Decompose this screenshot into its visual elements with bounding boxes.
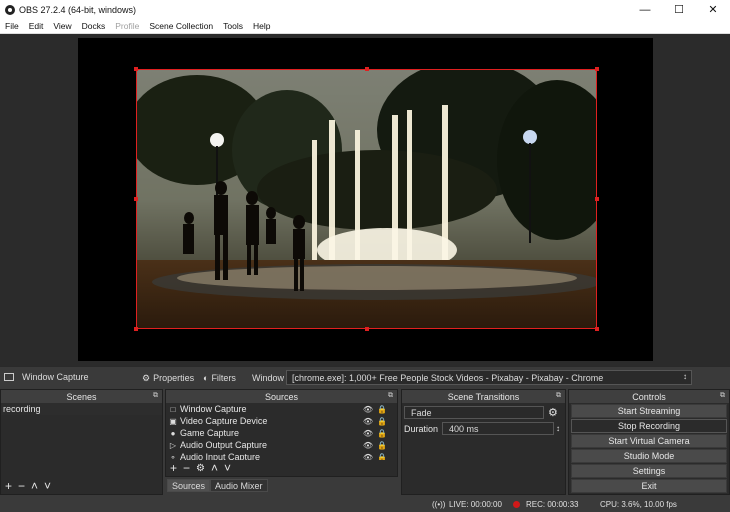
source-item[interactable]: □ Window Capture 👁 🔒	[166, 403, 397, 415]
remove-source-icon[interactable]: −	[183, 461, 190, 475]
tab-sources[interactable]: Sources	[167, 479, 211, 492]
start-virtual-camera-button[interactable]: Start Virtual Camera	[571, 434, 727, 448]
captured-video-frame[interactable]	[136, 69, 597, 329]
filter-icon: ◐	[203, 373, 209, 383]
visibility-eye-icon[interactable]: 👁	[363, 417, 373, 426]
menu-help[interactable]: Help	[248, 21, 275, 31]
duration-label: Duration	[404, 423, 439, 434]
float-dock-icon[interactable]: ⧉	[153, 392, 158, 400]
window-title: OBS 27.2.4 (64-bit, windows)	[19, 4, 137, 15]
lock-icon[interactable]: 🔒	[377, 405, 387, 414]
window-label: Window	[252, 373, 285, 383]
sources-tabbar: Sources Audio Mixer	[167, 479, 268, 492]
move-down-icon[interactable]: ˅	[224, 461, 231, 475]
window-icon: □	[170, 404, 176, 414]
menu-bar: File Edit View Docks Profile Scene Colle…	[0, 19, 730, 34]
chevron-updown-icon: ↕	[683, 372, 687, 381]
remove-scene-icon[interactable]: −	[18, 479, 25, 493]
live-broadcast-icon: ((•))	[432, 500, 446, 509]
camera-icon: ▣	[169, 416, 177, 426]
window-select[interactable]: [chrome.exe]: 1,000+ Free People Stock V…	[286, 370, 692, 385]
tab-audio-mixer[interactable]: Audio Mixer	[210, 479, 268, 492]
sources-title: Sources	[264, 391, 299, 402]
controls-dock: Controls ⧉ Start Streaming Stop Recordin…	[568, 389, 730, 495]
monitor-icon	[4, 373, 14, 381]
cpu-status: CPU: 3.6%, 10.00 fps	[600, 500, 677, 509]
menu-tools[interactable]: Tools	[218, 21, 248, 31]
sources-dock: Sources ⧉ □ Window Capture 👁 🔒 ▣ Video C…	[165, 389, 398, 477]
menu-profile: Profile	[115, 21, 140, 31]
exit-button[interactable]: Exit	[571, 479, 727, 493]
source-toolbar: Window Capture ⚙ Properties ◐ Filters Wi…	[0, 366, 730, 388]
lock-icon[interactable]: 🔒	[377, 417, 387, 426]
preview-canvas[interactable]	[78, 38, 653, 361]
menu-docks[interactable]: Docks	[77, 21, 111, 31]
source-item[interactable]: ▣ Video Capture Device 👁 🔒	[166, 415, 397, 427]
fountain-scene-image	[137, 70, 596, 328]
scenes-dock: Scenes ⧉ recording + − ˄ ˅	[0, 389, 163, 495]
duration-input[interactable]: 400 ms	[442, 422, 554, 435]
transitions-title: Scene Transitions	[447, 391, 520, 402]
add-source-icon[interactable]: +	[170, 461, 177, 475]
transition-select[interactable]: Fade	[404, 406, 544, 419]
menu-edit[interactable]: Edit	[24, 21, 49, 31]
preview-area	[0, 34, 730, 366]
live-status: LIVE: 00:00:00	[449, 500, 502, 509]
filters-button[interactable]: ◐ Filters	[203, 371, 236, 385]
transition-gear-icon[interactable]: ⚙	[548, 406, 558, 419]
lock-icon[interactable]: 🔒	[377, 429, 387, 438]
selected-source-name: Window Capture	[22, 372, 89, 382]
obs-logo-icon	[5, 4, 15, 15]
add-scene-icon[interactable]: +	[5, 479, 12, 493]
source-item[interactable]: ● Game Capture 👁 🔒	[166, 427, 397, 439]
visibility-eye-icon[interactable]: 👁	[363, 405, 373, 414]
studio-mode-button[interactable]: Studio Mode	[571, 449, 727, 463]
float-dock-icon[interactable]: ⧉	[388, 392, 393, 400]
rec-status: REC: 00:00:33	[526, 500, 579, 509]
source-item[interactable]: ▷ Audio Output Capture 👁 🔒	[166, 439, 397, 451]
start-streaming-button[interactable]: Start Streaming	[571, 404, 727, 418]
gamepad-icon: ●	[170, 428, 176, 438]
status-bar: ((•)) LIVE: 00:00:00 REC: 00:00:33 CPU: …	[0, 497, 730, 512]
scene-item-recording[interactable]: recording	[1, 403, 162, 415]
visibility-eye-icon[interactable]: 👁	[363, 441, 373, 450]
move-up-icon[interactable]: ˄	[211, 461, 218, 475]
record-dot-icon	[513, 501, 520, 508]
settings-button[interactable]: Settings	[571, 464, 727, 478]
move-down-icon[interactable]: ˅	[44, 479, 51, 493]
maximize-button[interactable]: ☐	[662, 0, 696, 19]
float-dock-icon[interactable]: ⧉	[720, 392, 725, 400]
title-bar: OBS 27.2.4 (64-bit, windows) — ☐ ✕	[0, 0, 730, 19]
menu-view[interactable]: View	[48, 21, 76, 31]
controls-title: Controls	[632, 391, 666, 402]
move-up-icon[interactable]: ˄	[31, 479, 38, 493]
gear-icon: ⚙	[142, 372, 151, 383]
minimize-button[interactable]: —	[628, 0, 662, 19]
source-properties-gear-icon[interactable]: ⚙	[196, 463, 205, 474]
visibility-eye-icon[interactable]: 👁	[363, 429, 373, 438]
scene-transitions-dock: Scene Transitions ⧉ Fade ⚙ Duration 400 …	[401, 389, 566, 495]
menu-scene-collection[interactable]: Scene Collection	[144, 21, 218, 31]
scenes-title: Scenes	[66, 391, 97, 402]
lock-icon[interactable]: 🔒	[377, 441, 387, 450]
close-button[interactable]: ✕	[696, 0, 730, 19]
properties-button[interactable]: ⚙ Properties	[142, 371, 194, 385]
spinner-icon[interactable]: ↕	[556, 424, 560, 433]
stop-recording-button[interactable]: Stop Recording	[571, 419, 727, 433]
speaker-icon: ▷	[169, 440, 177, 450]
menu-file[interactable]: File	[0, 21, 24, 31]
float-dock-icon[interactable]: ⧉	[556, 392, 561, 400]
